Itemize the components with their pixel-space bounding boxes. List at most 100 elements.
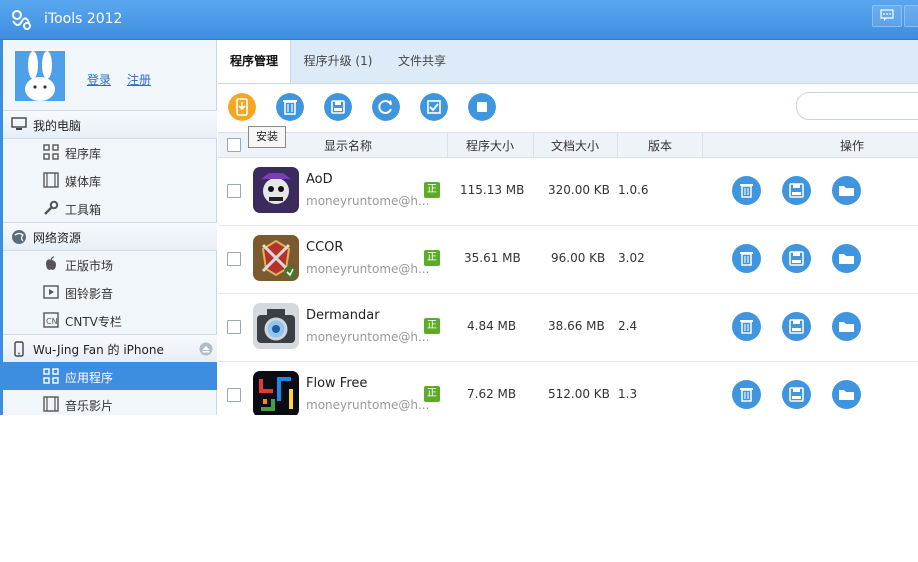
row-checkbox[interactable] (227, 320, 241, 334)
install-icon[interactable] (228, 93, 256, 121)
header-version[interactable]: 版本 (648, 137, 672, 154)
app-size: 4.84 MB (467, 319, 517, 333)
folder-icon (839, 322, 854, 332)
doc-size: 38.66 MB (548, 319, 605, 333)
column-divider (533, 133, 534, 157)
delete-button[interactable] (732, 244, 761, 273)
sidebar-item-label: 程序库 (65, 147, 102, 161)
app-developer: moneyruntome@h... (306, 194, 430, 208)
check-icon[interactable] (420, 93, 448, 121)
header-app-size[interactable]: 程序大小 (466, 137, 514, 154)
app-name: CCOR (306, 240, 344, 255)
backup-button[interactable] (782, 176, 811, 205)
app-name: Dermandar (306, 308, 380, 323)
sidebar-item-applications[interactable]: 应用程序 (3, 362, 217, 390)
section-network-resources[interactable]: 网络资源 (3, 222, 217, 251)
app-developer: moneyruntome@h... (306, 262, 430, 276)
register-link[interactable]: 注册 (127, 71, 151, 88)
trash-icon (740, 320, 753, 334)
media-icon (43, 285, 59, 299)
search-input[interactable] (796, 92, 918, 120)
app-size: 115.13 MB (460, 183, 525, 197)
sidebar-item-label: 工具箱 (65, 203, 102, 217)
header-doc-size[interactable]: 文档大小 (551, 137, 599, 154)
title-bar: iTools 2012 (0, 0, 918, 40)
table-row[interactable]: CCOR moneyruntome@h... 正 35.61 MB 96.00 … (218, 225, 918, 294)
app-icon-ccor (253, 235, 299, 281)
sidebar-item-app-market[interactable]: 正版市场 (3, 250, 217, 278)
sidebar-item-app-library[interactable]: 程序库 (3, 138, 217, 166)
app-size: 7.62 MB (467, 387, 517, 401)
section-label: 我的电脑 (33, 119, 82, 133)
section-my-computer[interactable]: 我的电脑 (3, 110, 217, 139)
genuine-badge: 正 (424, 250, 440, 266)
eject-icon[interactable] (199, 342, 213, 356)
tab-app-management[interactable]: 程序管理 (218, 40, 291, 83)
wrench-icon (44, 200, 59, 215)
sidebar-item-toolbox[interactable]: 工具箱 (3, 194, 217, 222)
globe-icon (12, 230, 26, 244)
sidebar-item-media-ringtones[interactable]: 图铃影音 (3, 278, 217, 306)
sidebar-item-media-library[interactable]: 媒体库 (3, 166, 217, 194)
section-label: 网络资源 (33, 231, 82, 245)
app-developer: moneyruntome@h... (306, 398, 430, 412)
save-icon[interactable] (324, 93, 352, 121)
section-iphone[interactable]: Wu-Jing Fan 的 iPhone (3, 334, 217, 363)
column-divider (447, 133, 448, 157)
backup-button[interactable] (782, 380, 811, 409)
backup-button[interactable] (782, 244, 811, 273)
backup-button[interactable] (782, 312, 811, 341)
sidebar-item-label: 应用程序 (65, 371, 114, 385)
stop-icon[interactable] (468, 93, 496, 121)
doc-size: 96.00 KB (551, 251, 606, 265)
computer-icon (11, 117, 27, 130)
grid-icon (43, 144, 59, 160)
sidebar-item-cntv[interactable]: CN CNTV专栏 (3, 306, 217, 334)
install-tooltip: 安装 (248, 126, 286, 148)
app-icon-aod (253, 167, 299, 213)
tab-file-sharing[interactable]: 文件共享 (386, 40, 458, 83)
avatar[interactable] (15, 51, 65, 101)
sidebar-item-label: CNTV专栏 (65, 315, 122, 329)
select-all-checkbox[interactable] (227, 138, 241, 152)
folder-icon (839, 390, 854, 400)
save-icon (789, 319, 804, 334)
column-divider (617, 133, 618, 157)
app-name: AoD (306, 172, 333, 187)
row-checkbox[interactable] (227, 184, 241, 198)
open-folder-button[interactable] (832, 312, 861, 341)
open-folder-button[interactable] (832, 380, 861, 409)
table-row[interactable]: AoD moneyruntome@h... 正 115.13 MB 320.00… (218, 157, 918, 226)
login-link[interactable]: 登录 (87, 71, 111, 88)
delete-button[interactable] (732, 312, 761, 341)
folder-icon (839, 186, 854, 196)
delete-button[interactable] (732, 380, 761, 409)
menu-button[interactable] (904, 5, 918, 27)
header-display-name[interactable]: 显示名称 (324, 137, 372, 154)
itools-window: iTools 2012 登录 注册 我的电脑 程序库 媒体库 工具箱 网络资源 … (0, 0, 918, 415)
app-version: 3.02 (618, 251, 645, 265)
open-folder-button[interactable] (832, 176, 861, 205)
app-name: Flow Free (306, 376, 368, 391)
header-actions: 操作 (840, 139, 865, 153)
table-row[interactable]: Flow Free moneyruntome@h... 正 7.62 MB 51… (218, 361, 918, 415)
refresh-icon[interactable] (372, 93, 400, 121)
row-checkbox[interactable] (227, 388, 241, 402)
open-folder-button[interactable] (832, 244, 861, 273)
app-developer: moneyruntome@h... (306, 330, 430, 344)
row-checkbox[interactable] (227, 252, 241, 266)
sidebar-item-label: 图铃影音 (65, 287, 114, 301)
app-version: 1.0.6 (618, 183, 649, 197)
chat-icon (880, 9, 894, 21)
app-icon-flow-free (253, 371, 299, 415)
svg-text:CN: CN (46, 317, 58, 326)
trash-icon[interactable] (276, 93, 304, 121)
feedback-button[interactable] (872, 5, 902, 27)
genuine-badge: 正 (424, 318, 440, 334)
delete-button[interactable] (732, 176, 761, 205)
tab-app-upgrade[interactable]: 程序升级 (1) (294, 40, 382, 83)
table-row[interactable]: Dermandar moneyruntome@h... 正 4.84 MB 38… (218, 293, 918, 362)
tab-bar: 程序管理 程序升级 (1) 文件共享 (218, 40, 918, 84)
section-label: Wu-Jing Fan 的 iPhone (33, 343, 164, 357)
sidebar-item-music-video[interactable]: 音乐影片 (3, 390, 217, 415)
